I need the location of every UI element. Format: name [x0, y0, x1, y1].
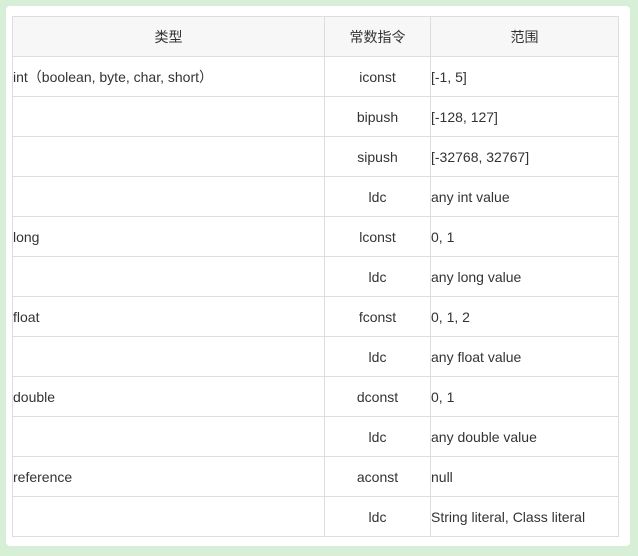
table-row: double dconst 0, 1 [12, 376, 619, 417]
header-range: 范围 [430, 16, 619, 57]
cell-range: any float value [430, 336, 619, 377]
constant-instruction-table: 类型 常数指令 范围 int（boolean, byte, char, shor… [12, 16, 619, 537]
cell-range: [-32768, 32767] [430, 136, 619, 177]
table-row: ldc any double value [12, 416, 619, 457]
table-header-row: 类型 常数指令 范围 [12, 16, 619, 57]
header-type: 类型 [12, 16, 325, 57]
cell-range: [-128, 127] [430, 96, 619, 137]
cell-instruction: ldc [324, 336, 431, 377]
cell-instruction: sipush [324, 136, 431, 177]
cell-instruction: fconst [324, 296, 431, 337]
cell-instruction: ldc [324, 416, 431, 457]
cell-range: any int value [430, 176, 619, 217]
cell-range: 0, 1, 2 [430, 296, 619, 337]
table-row: sipush [-32768, 32767] [12, 136, 619, 177]
cell-type [12, 136, 325, 177]
table-row: ldc any int value [12, 176, 619, 217]
cell-range: [-1, 5] [430, 56, 619, 97]
table-row: bipush [-128, 127] [12, 96, 619, 137]
table-row: ldc any long value [12, 256, 619, 297]
cell-type: long [12, 216, 325, 257]
cell-instruction: bipush [324, 96, 431, 137]
table-row: int（boolean, byte, char, short） iconst [… [12, 56, 619, 97]
cell-range: 0, 1 [430, 216, 619, 257]
cell-type: double [12, 376, 325, 417]
cell-type [12, 96, 325, 137]
cell-range: 0, 1 [430, 376, 619, 417]
table-row: ldc String literal, Class literal [12, 496, 619, 537]
table-row: long lconst 0, 1 [12, 216, 619, 257]
cell-range: any long value [430, 256, 619, 297]
cell-instruction: ldc [324, 256, 431, 297]
cell-range: null [430, 456, 619, 497]
table-row: float fconst 0, 1, 2 [12, 296, 619, 337]
cell-instruction: ldc [324, 496, 431, 537]
cell-type: reference [12, 456, 325, 497]
table-panel: 类型 常数指令 范围 int（boolean, byte, char, shor… [6, 6, 630, 546]
cell-type: int（boolean, byte, char, short） [12, 56, 325, 97]
cell-type [12, 416, 325, 457]
cell-instruction: aconst [324, 456, 431, 497]
cell-type: float [12, 296, 325, 337]
header-instruction: 常数指令 [324, 16, 431, 57]
cell-instruction: dconst [324, 376, 431, 417]
cell-instruction: ldc [324, 176, 431, 217]
cell-range: String literal, Class literal [430, 496, 619, 537]
cell-type [12, 336, 325, 377]
cell-type [12, 256, 325, 297]
table-row: ldc any float value [12, 336, 619, 377]
cell-range: any double value [430, 416, 619, 457]
cell-type [12, 176, 325, 217]
cell-instruction: lconst [324, 216, 431, 257]
table-row: reference aconst null [12, 456, 619, 497]
cell-instruction: iconst [324, 56, 431, 97]
cell-type [12, 496, 325, 537]
